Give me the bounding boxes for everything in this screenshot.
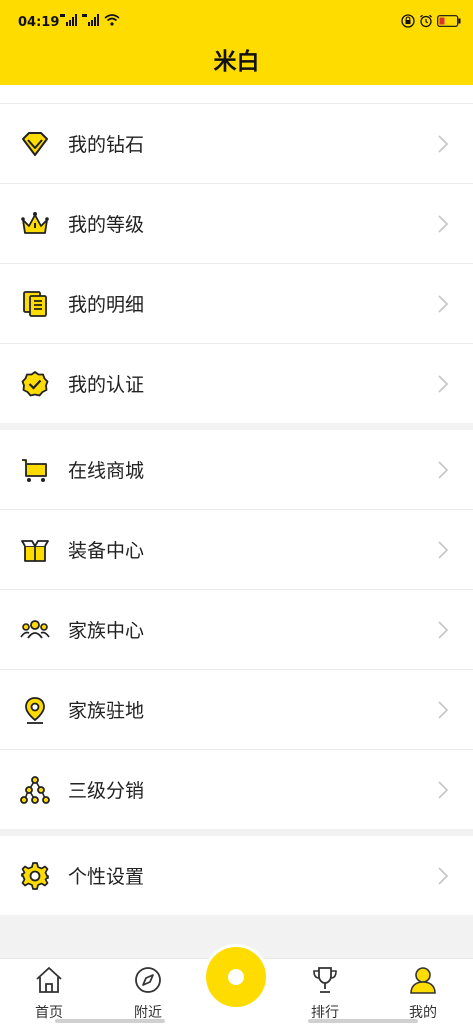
menu-content: 我的钻石 我的等级 我的明细 我的认证 在线商城 装备中心 家族中心 家族驻地 … <box>0 85 473 915</box>
chevron-right-icon <box>438 781 449 799</box>
menu-item-label: 三级分销 <box>68 780 145 802</box>
menu-item-distribution[interactable]: 三级分销 <box>0 750 473 829</box>
document-list-icon <box>23 291 47 317</box>
shopping-cart-icon <box>22 459 47 482</box>
record-button-icon <box>206 947 266 1007</box>
chevron-right-icon <box>438 461 449 479</box>
chevron-right-icon <box>438 541 449 559</box>
menu-top-divider <box>0 85 473 104</box>
diamond-icon <box>22 132 48 156</box>
menu-item-label: 家族驻地 <box>68 700 145 722</box>
wifi-icon <box>104 14 120 26</box>
tab-nearby[interactable]: 附近 <box>108 959 188 1025</box>
location-pin-icon <box>25 697 45 724</box>
menu-item-personal-settings[interactable]: 个性设置 <box>0 836 473 915</box>
signal-icons <box>60 14 120 26</box>
chevron-right-icon <box>438 375 449 393</box>
menu-item-label: 在线商城 <box>68 460 145 482</box>
menu-item-label: 我的明细 <box>68 294 145 316</box>
status-time: 04:19 <box>18 15 60 30</box>
menu-item-verification[interactable]: 我的认证 <box>0 344 473 423</box>
group-separator <box>0 829 473 836</box>
trophy-icon <box>313 967 337 993</box>
menu-item-diamonds[interactable]: 我的钻石 <box>0 104 473 184</box>
status-right-icons <box>401 14 461 28</box>
home-icon <box>36 967 62 993</box>
tab-home[interactable]: 首页 <box>9 959 89 1025</box>
status-bar: 04:19 <box>0 0 473 46</box>
menu-item-label: 我的认证 <box>68 374 145 396</box>
menu-item-family-center[interactable]: 家族中心 <box>0 590 473 670</box>
menu-item-online-mall[interactable]: 在线商城 <box>0 430 473 510</box>
verified-badge-icon <box>21 371 49 397</box>
menu-item-level[interactable]: 我的等级 <box>0 184 473 264</box>
chevron-right-icon <box>438 135 449 153</box>
menu-item-label: 个性设置 <box>68 866 145 888</box>
crown-icon <box>21 212 49 234</box>
chevron-right-icon <box>438 621 449 639</box>
menu-item-label: 我的钻石 <box>68 134 145 156</box>
center-record-button[interactable] <box>203 944 269 1010</box>
gear-icon <box>21 862 49 890</box>
menu-item-label: 装备中心 <box>68 540 145 562</box>
menu-group-account: 我的钻石 我的等级 我的明细 我的认证 <box>0 104 473 423</box>
signal-4g-icon <box>60 14 77 26</box>
chevron-right-icon <box>438 215 449 233</box>
user-icon <box>410 967 436 994</box>
lock-rotation-icon <box>401 14 415 28</box>
menu-item-details[interactable]: 我的明细 <box>0 264 473 344</box>
chevron-right-icon <box>438 295 449 313</box>
alarm-icon <box>420 14 432 28</box>
package-box-icon <box>21 540 49 562</box>
group-separator <box>0 423 473 430</box>
chevron-right-icon <box>438 867 449 885</box>
tab-ranking[interactable]: 排行 <box>285 959 365 1025</box>
signal-4g-icon <box>82 14 99 26</box>
record-button-dot <box>228 969 244 985</box>
group-people-icon <box>20 620 50 639</box>
app-header: 04:19 米白 <box>0 0 473 85</box>
page-title: 米白 <box>213 49 260 75</box>
system-nav-indicator <box>55 1019 165 1023</box>
hierarchy-icon <box>20 776 50 804</box>
menu-group-services: 在线商城 装备中心 家族中心 家族驻地 三级分销 <box>0 430 473 829</box>
chevron-right-icon <box>438 701 449 719</box>
system-nav-indicator <box>308 1019 418 1023</box>
menu-item-family-base[interactable]: 家族驻地 <box>0 670 473 750</box>
menu-item-label: 家族中心 <box>68 620 145 642</box>
battery-icon <box>437 15 461 27</box>
compass-icon <box>135 967 161 993</box>
menu-group-settings: 个性设置 <box>0 836 473 915</box>
menu-item-label: 我的等级 <box>68 214 145 236</box>
menu-item-equipment-center[interactable]: 装备中心 <box>0 510 473 590</box>
tab-mine[interactable]: 我的 <box>383 959 463 1025</box>
